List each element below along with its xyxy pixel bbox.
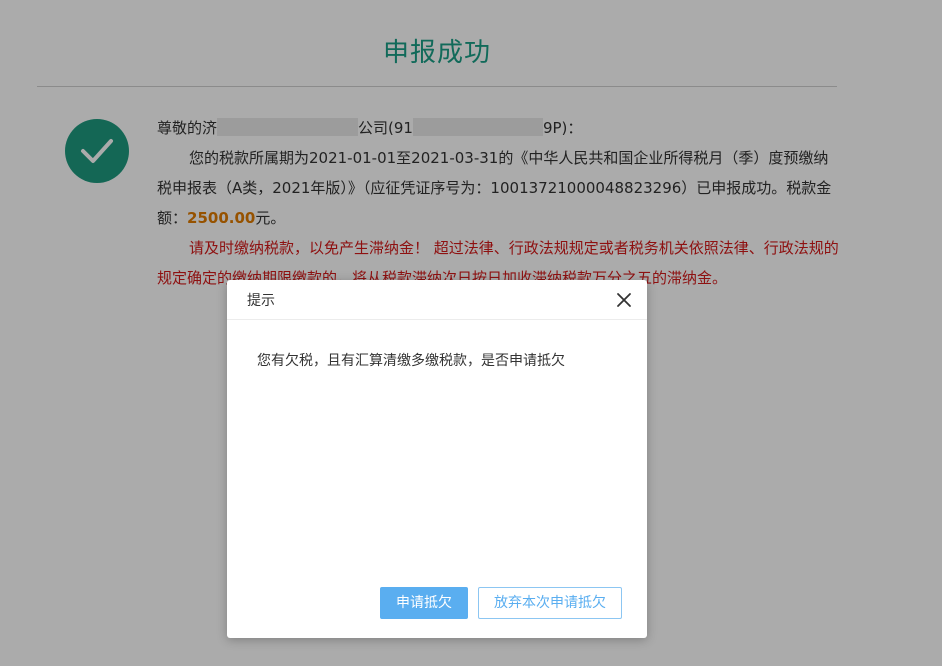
apply-offset-button[interactable]: 申请抵欠 xyxy=(380,587,468,619)
dialog-message: 您有欠税，且有汇算清缴多缴税款，是否申请抵欠 xyxy=(257,353,565,369)
skip-offset-button[interactable]: 放弃本次申请抵欠 xyxy=(478,587,622,619)
dialog-title: 提示 xyxy=(247,293,275,309)
close-icon[interactable] xyxy=(615,291,633,309)
dialog-header: 提示 xyxy=(227,280,647,320)
offset-prompt-dialog: 提示 您有欠税，且有汇算清缴多缴税款，是否申请抵欠 申请抵欠 放弃本次申请抵欠 xyxy=(227,280,647,638)
